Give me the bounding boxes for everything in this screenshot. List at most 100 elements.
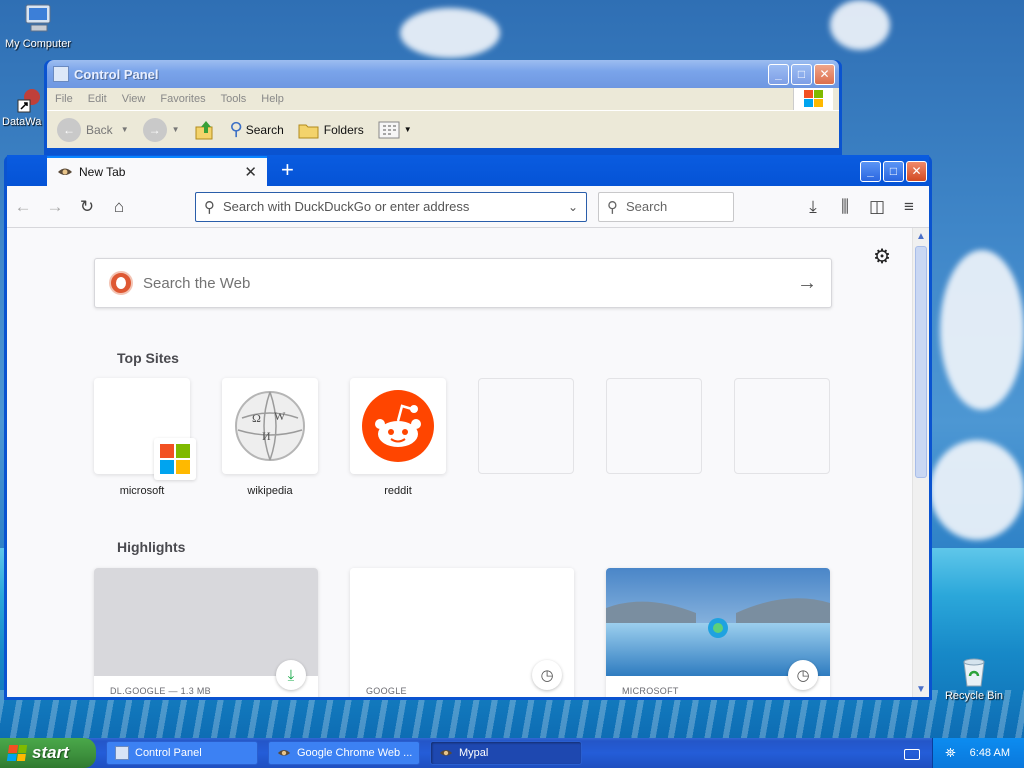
scroll-thumb[interactable] <box>915 246 927 478</box>
folders-button[interactable]: Folders <box>298 121 364 139</box>
control-panel-icon <box>53 66 69 82</box>
back-label: Back <box>86 122 113 137</box>
menu-file[interactable]: File <box>55 93 73 105</box>
close-tab-icon[interactable]: ✕ <box>244 163 257 181</box>
highlight-thumbnail <box>606 568 830 676</box>
cloud <box>930 440 1024 540</box>
clock[interactable]: 6:48 AM <box>970 747 1010 759</box>
cloud <box>400 8 500 58</box>
empty-site-tile <box>606 378 702 474</box>
desktop-icon-recycle-bin[interactable]: Recycle Bin <box>936 656 1012 702</box>
top-site-wikipedia[interactable]: Ω W И wikipedia <box>222 378 318 497</box>
svg-text:Ω: Ω <box>252 411 261 425</box>
control-panel-icon <box>115 746 129 760</box>
control-panel-titlebar[interactable]: Control Panel _ □ ✕ <box>47 60 839 88</box>
new-tab-button[interactable]: + <box>281 156 294 186</box>
minimize-button[interactable]: _ <box>860 160 881 182</box>
home-icon[interactable]: ⌂ <box>103 191 135 223</box>
taskbar-item-control-panel[interactable]: Control Panel <box>106 741 258 765</box>
chevron-down-icon: ▼ <box>171 125 180 134</box>
site-tile[interactable] <box>94 378 196 480</box>
task-label: Mypal <box>459 747 489 759</box>
highlights: ⤓ DL.GOOGLE — 1.3 MB ◷ GOOGLE ◷ MICROSOF… <box>94 568 862 697</box>
scroll-down-icon[interactable]: ▼ <box>913 681 929 697</box>
tab-new-tab[interactable]: New Tab ✕ <box>47 156 267 186</box>
chevron-down-icon[interactable]: ⌄ <box>568 200 578 214</box>
sidebar-icon[interactable]: ◫ <box>861 191 893 223</box>
close-button[interactable]: ✕ <box>814 63 835 85</box>
clock-icon: ◷ <box>532 660 562 690</box>
menu-view[interactable]: View <box>122 93 146 105</box>
back-arrow-icon: ← <box>57 117 81 142</box>
highlight-card[interactable]: ⤓ DL.GOOGLE — 1.3 MB <box>94 568 318 697</box>
reddit-logo-icon <box>362 390 434 462</box>
web-search-box[interactable]: Search the Web → <box>94 258 832 308</box>
taskbar-item-chrome[interactable]: Google Chrome Web ... <box>268 741 420 765</box>
navigation-toolbar: ← → ↻ ⌂ ⚲ Search with DuckDuckGo or ente… <box>7 186 929 228</box>
menu-tools[interactable]: Tools <box>221 93 247 105</box>
vertical-scrollbar[interactable]: ▲ ▼ <box>912 228 929 697</box>
folders-icon <box>298 124 319 138</box>
download-icon[interactable]: ⤓ <box>797 191 829 223</box>
reload-icon[interactable]: ↻ <box>71 191 103 223</box>
address-placeholder: Search with DuckDuckGo or enter address <box>223 199 470 214</box>
chevron-down-icon: ▼ <box>403 125 412 134</box>
taskbar-item-mypal[interactable]: Mypal <box>430 741 582 765</box>
top-site-empty <box>606 378 702 497</box>
library-icon[interactable]: ⫼ <box>829 191 861 223</box>
highlight-card[interactable]: ◷ MICROSOFT <box>606 568 830 697</box>
arrow-right-icon[interactable]: → <box>797 272 817 295</box>
browser-window[interactable]: New Tab ✕ + _ □ ✕ ← → ↻ ⌂ ⚲ Search with … <box>4 155 932 700</box>
start-button[interactable]: start <box>0 738 96 768</box>
menu-icon[interactable]: ≡ <box>893 191 925 223</box>
search-label: Search <box>245 122 284 137</box>
top-site-microsoft[interactable]: microsoft <box>94 378 196 497</box>
taskbar: start Control Panel Google Chrome Web ..… <box>0 738 1024 768</box>
cloud <box>940 250 1024 410</box>
site-tile[interactable] <box>350 378 446 474</box>
menu-edit[interactable]: Edit <box>88 93 107 105</box>
desktop-icon-my-computer[interactable]: My Computer <box>0 2 76 50</box>
scroll-up-icon[interactable]: ▲ <box>913 228 929 244</box>
clock-icon: ◷ <box>788 660 818 690</box>
control-panel-window[interactable]: Control Panel _ □ ✕ File Edit View Favor… <box>44 60 842 170</box>
top-sites: microsoft Ω W И wikipedia reddit <box>94 378 862 497</box>
search-icon: ⚲ <box>204 198 215 216</box>
system-tray: ⛯ 6:48 AM <box>932 738 1024 768</box>
forward-icon[interactable]: → <box>39 191 71 223</box>
views-button[interactable]: ▼ <box>378 121 412 139</box>
address-bar[interactable]: ⚲ Search with DuckDuckGo or enter addres… <box>195 191 587 222</box>
keyboard-icon[interactable] <box>904 749 920 760</box>
cloud <box>830 0 890 50</box>
minimize-button[interactable]: _ <box>768 63 789 85</box>
start-label: start <box>32 743 69 762</box>
close-button[interactable]: ✕ <box>906 160 927 182</box>
top-site-reddit[interactable]: reddit <box>350 378 446 497</box>
toolbar-right: ⤓ ⫼ ◫ ≡ <box>797 191 929 223</box>
window-title: Control Panel <box>74 66 159 82</box>
download-icon: ⤓ <box>276 660 306 690</box>
mypal-icon <box>277 749 291 756</box>
network-icon[interactable]: ⛯ <box>945 745 955 761</box>
svg-text:W: W <box>274 409 286 423</box>
menu-help[interactable]: Help <box>261 93 284 105</box>
search-bar[interactable]: ⚲ Search <box>598 191 734 222</box>
desktop-icon-label: My Computer <box>4 38 72 50</box>
shortcut-icon <box>17 89 40 113</box>
up-folder-button[interactable] <box>194 119 216 141</box>
maximize-button[interactable]: □ <box>883 160 904 182</box>
duckduckgo-icon <box>109 271 133 295</box>
forward-button[interactable]: → ▼ <box>142 117 180 142</box>
tab-strip: New Tab ✕ + _ □ ✕ <box>7 155 929 186</box>
views-icon <box>378 121 400 138</box>
site-tile[interactable]: Ω W И <box>222 378 318 474</box>
menu-favorites[interactable]: Favorites <box>160 93 205 105</box>
maximize-button[interactable]: □ <box>791 63 812 85</box>
gear-icon[interactable]: ⚙ <box>873 244 891 269</box>
back-button[interactable]: ← Back ▼ <box>57 117 129 142</box>
back-icon[interactable]: ← <box>7 191 39 223</box>
highlight-card[interactable]: ◷ GOOGLE <box>350 568 574 697</box>
forward-arrow-icon: → <box>142 117 167 142</box>
highlight-thumbnail <box>94 568 318 676</box>
search-button[interactable]: ⚲ Search <box>230 119 284 140</box>
